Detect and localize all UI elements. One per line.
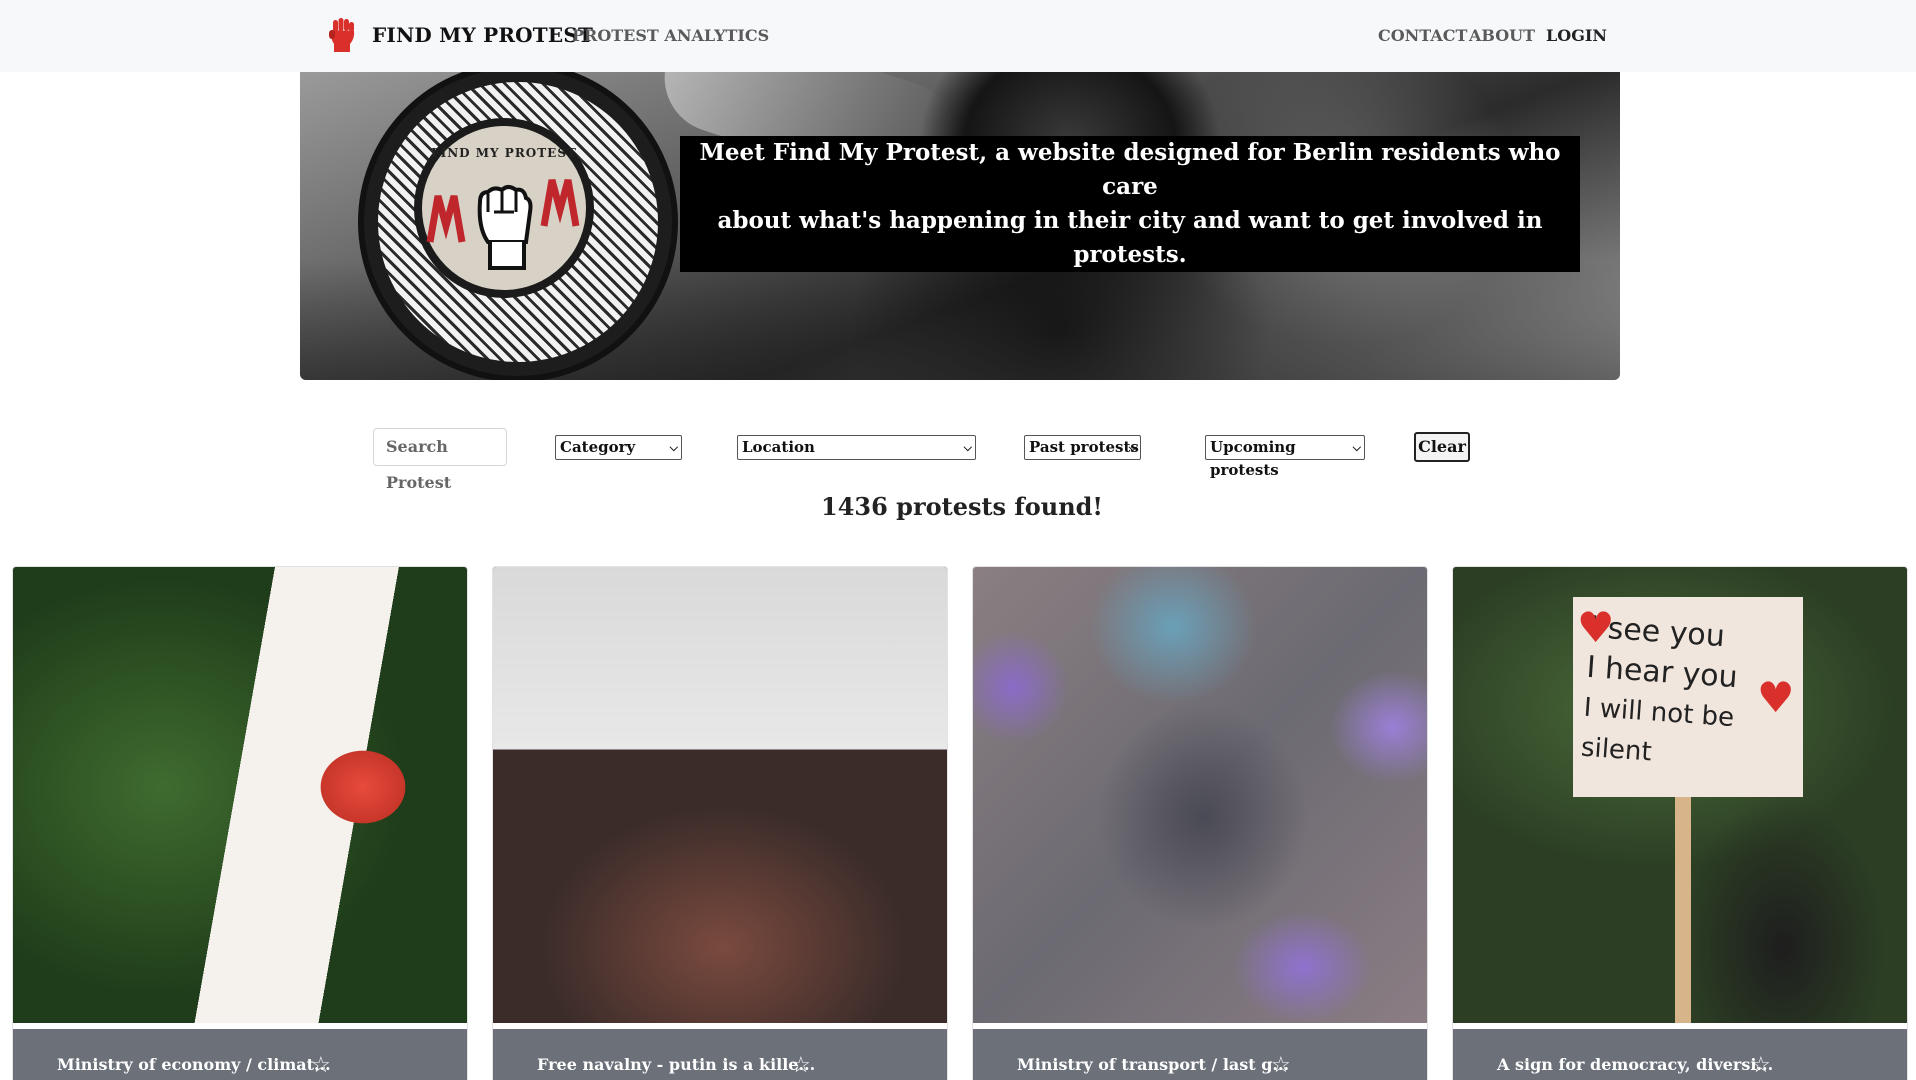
logo-figure-icon xyxy=(540,179,580,227)
hero-tagline-line-1: Meet Find My Protest, a website designed… xyxy=(680,136,1580,204)
star-outline-icon[interactable]: ☆ xyxy=(311,1053,331,1078)
sign-pole xyxy=(1675,797,1691,1023)
star-outline-icon[interactable]: ☆ xyxy=(1751,1053,1771,1078)
clear-button[interactable]: Clear xyxy=(1414,432,1470,462)
brand-link[interactable]: FIND MY PROTEST xyxy=(328,18,593,52)
chevron-down-icon: ⌵ xyxy=(669,441,678,454)
protest-card-image[interactable] xyxy=(973,567,1427,1023)
raised-fist-icon xyxy=(329,18,355,52)
protest-card[interactable]: Ministry of transport / last g... ☆ xyxy=(972,566,1428,1080)
heart-icon: ♥ xyxy=(1757,673,1795,722)
hero-tagline-line-2: about what's happening in their city and… xyxy=(680,204,1580,272)
site-logo-badge: FIND MY PROTEST xyxy=(358,72,678,380)
nav-contact[interactable]: CONTACT xyxy=(1378,26,1467,45)
upcoming-protests-select[interactable]: Upcoming protests ⌵ xyxy=(1205,435,1365,479)
star-outline-icon[interactable]: ☆ xyxy=(791,1053,811,1078)
star-outline-icon[interactable]: ☆ xyxy=(1271,1053,1291,1078)
protest-card-title[interactable]: Ministry of transport / last g... xyxy=(1017,1055,1289,1074)
protest-card-title[interactable]: Free navalny - putin is a kille... xyxy=(537,1055,815,1074)
hero-banner: FIND MY PROTEST Meet Find My Protest, a … xyxy=(300,72,1620,380)
protest-card-title[interactable]: A sign for democracy, diversi... xyxy=(1497,1055,1773,1074)
search-input[interactable]: Search Protest xyxy=(373,428,507,492)
brand-name: FIND MY PROTEST xyxy=(372,23,594,47)
nav-login[interactable]: LOGIN xyxy=(1546,26,1607,45)
logo-figure-icon xyxy=(426,195,466,243)
chevron-down-icon: ⌵ xyxy=(963,441,972,454)
results-count: 1436 protests found! xyxy=(0,492,1916,521)
logo-center: FIND MY PROTEST xyxy=(414,118,594,298)
upcoming-protests-select-value: Upcoming protests xyxy=(1210,438,1296,479)
protest-card-image[interactable] xyxy=(13,567,467,1023)
filter-bar: Search Protest Category ⌵ Location ⌵ Pas… xyxy=(0,426,1916,492)
category-select-value: Category xyxy=(560,438,636,456)
protest-card-image[interactable] xyxy=(493,567,947,1023)
past-protests-select-value: Past protests xyxy=(1029,438,1139,456)
protest-card[interactable]: I see you I hear you I will not be silen… xyxy=(1452,566,1908,1080)
category-select[interactable]: Category ⌵ xyxy=(555,435,682,460)
location-select-value: Location xyxy=(742,438,815,456)
past-protests-select[interactable]: Past protests ⌵ xyxy=(1024,435,1141,460)
navbar: FIND MY PROTEST PROTEST ANALYTICS CONTAC… xyxy=(0,0,1916,72)
chevron-down-icon: ⌵ xyxy=(1128,441,1137,454)
protest-card-title[interactable]: Ministry of economy / climat... xyxy=(57,1055,331,1074)
location-select[interactable]: Location ⌵ xyxy=(737,435,976,460)
hero-tagline: Meet Find My Protest, a website designed… xyxy=(680,136,1580,272)
protest-card[interactable]: Free navalny - putin is a kille... ☆ xyxy=(492,566,948,1080)
logo-fist-icon xyxy=(477,185,533,270)
logo-title: FIND MY PROTEST xyxy=(431,146,577,160)
results-count-text: 1436 protests found! xyxy=(821,492,1103,521)
nav-protest-analytics[interactable]: PROTEST ANALYTICS xyxy=(572,26,769,45)
heart-icon: ♥ xyxy=(1577,603,1615,652)
protest-card-image[interactable]: I see you I hear you I will not be silen… xyxy=(1453,567,1907,1023)
nav-about[interactable]: ABOUT xyxy=(1469,26,1535,45)
protest-card[interactable]: Ministry of economy / climat... ☆ xyxy=(12,566,468,1080)
chevron-down-icon: ⌵ xyxy=(1352,441,1361,454)
